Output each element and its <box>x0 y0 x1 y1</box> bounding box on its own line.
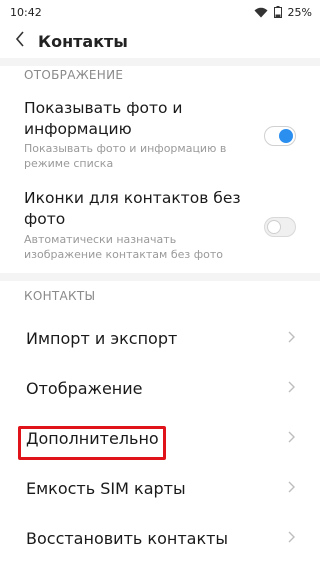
setting-subtitle: Автоматически назначать изображение конт… <box>24 233 223 261</box>
toggle-switch-icons[interactable] <box>264 217 296 237</box>
section-divider <box>0 58 320 66</box>
status-icons: 25% <box>254 6 312 19</box>
wifi-icon <box>254 7 268 18</box>
page-title: Контакты <box>38 31 128 51</box>
menu-item-sim-capacity[interactable]: Емкость SIM карты <box>0 463 320 513</box>
menu-item-restore-contacts[interactable]: Восстановить контакты <box>0 513 320 563</box>
setting-icons-without-photo[interactable]: Иконки для контактов без фото Автоматиче… <box>0 188 320 268</box>
section-header-contacts: КОНТАКТЫ <box>24 289 96 303</box>
status-time: 10:42 <box>10 5 42 19</box>
menu-item-label: Отображение <box>26 378 143 398</box>
menu-item-label: Импорт и экспорт <box>26 328 178 348</box>
menu-item-label: Емкость SIM карты <box>26 478 186 498</box>
chevron-right-icon <box>286 479 296 498</box>
toggle-knob <box>267 220 281 234</box>
menu-item-label: Дополнительно <box>26 428 159 448</box>
toggle-knob <box>279 129 293 143</box>
setting-title: Показывать фото и информацию <box>24 99 183 138</box>
battery-percent: 25% <box>287 5 312 19</box>
menu-item-display[interactable]: Отображение <box>0 363 320 413</box>
chevron-right-icon <box>286 379 296 398</box>
battery-icon <box>273 6 282 18</box>
chevron-right-icon <box>286 429 296 448</box>
setting-show-photo[interactable]: Показывать фото и информацию Показывать … <box>0 96 320 180</box>
menu-item-label: Восстановить контакты <box>26 528 229 548</box>
toggle-switch-show-photo[interactable] <box>264 126 296 146</box>
setting-title: Иконки для контактов без фото <box>24 189 241 228</box>
chevron-right-icon <box>286 329 296 348</box>
status-bar: 10:42 25% <box>0 0 320 24</box>
chevron-right-icon <box>286 529 296 548</box>
menu-item-import-export[interactable]: Импорт и экспорт <box>0 313 320 363</box>
app-header: Контакты <box>0 24 320 58</box>
menu-item-advanced[interactable]: Дополнительно <box>0 413 320 463</box>
back-button[interactable] <box>2 24 38 58</box>
back-arrow-icon <box>15 31 25 51</box>
section-header-display: ОТОБРАЖЕНИЕ <box>24 68 124 82</box>
section-divider <box>0 273 320 281</box>
setting-subtitle: Показывать фото и информацию в режиме сп… <box>24 142 227 170</box>
